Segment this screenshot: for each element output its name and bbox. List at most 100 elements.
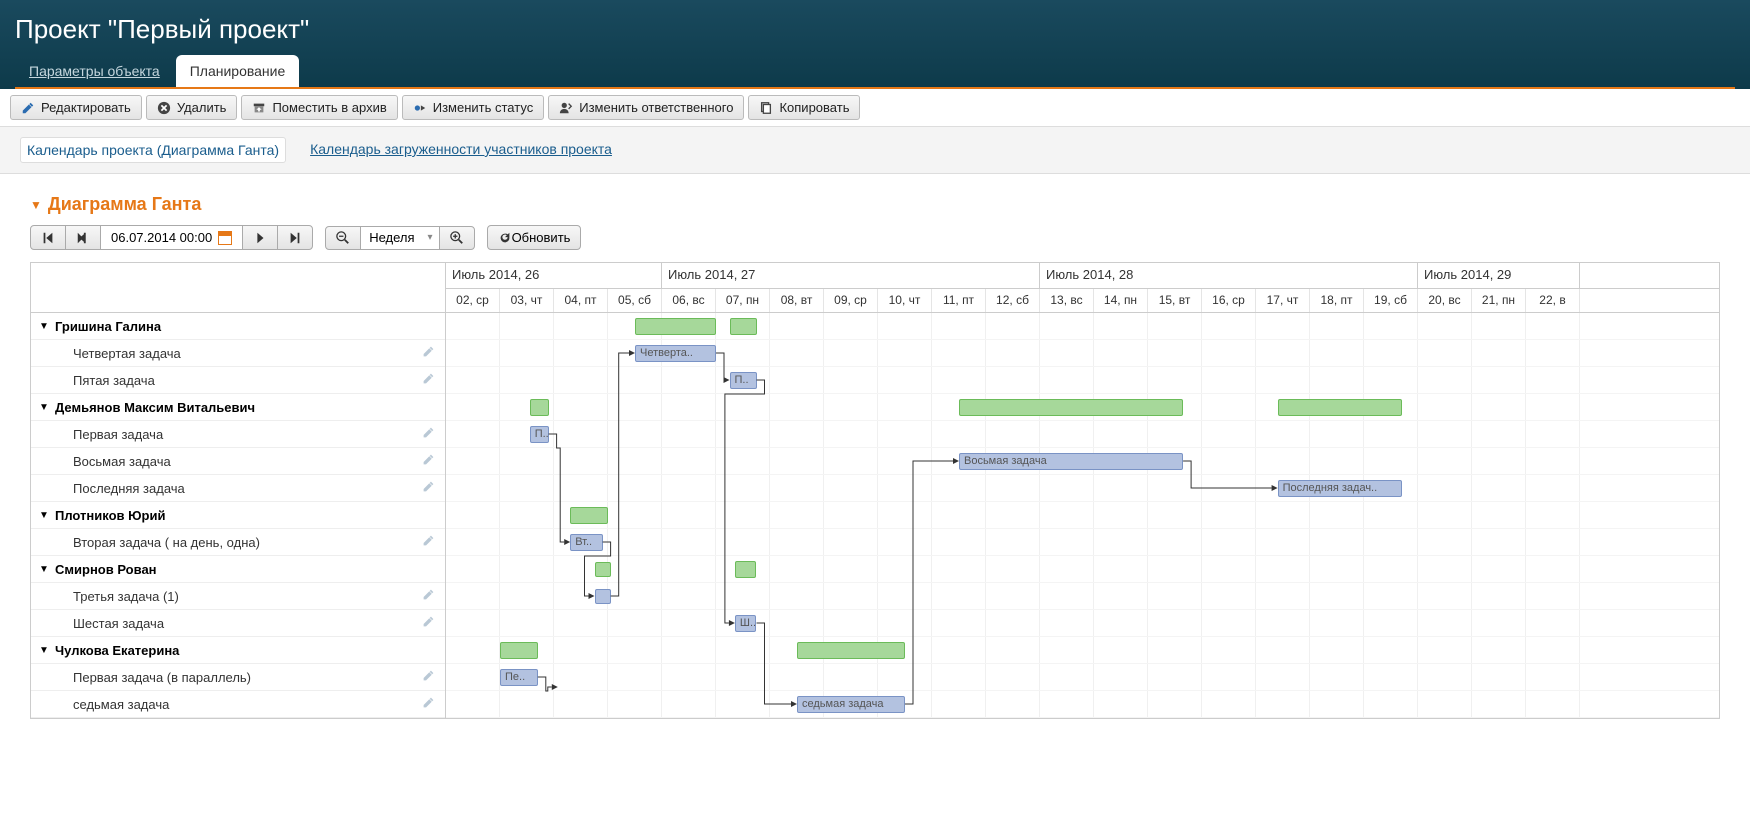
edit-icon[interactable] <box>418 426 439 442</box>
collapse-icon[interactable]: ▼ <box>37 510 51 521</box>
task-row[interactable]: Восьмая задача <box>31 448 445 475</box>
task-row[interactable]: Первая задача (в параллель) <box>31 664 445 691</box>
task-row[interactable]: Первая задача <box>31 421 445 448</box>
timeline-row <box>446 313 1719 340</box>
nav-last-button[interactable] <box>278 226 312 249</box>
day-header: 09, ср <box>824 289 878 312</box>
collapse-icon[interactable]: ▼ <box>37 564 51 575</box>
task-bar[interactable]: Пе.. <box>500 669 538 686</box>
summary-bar[interactable] <box>530 399 549 416</box>
edit-icon[interactable] <box>418 615 439 631</box>
nav-group: 06.07.2014 00:00 <box>30 225 313 250</box>
summary-bar[interactable] <box>959 399 1183 416</box>
timeline-row: Последняя задач.. <box>446 475 1719 502</box>
status-button[interactable]: Изменить статус <box>402 95 544 120</box>
zoom-in-button[interactable] <box>440 227 474 249</box>
task-row[interactable]: Вторая задача ( на день, одна) <box>31 529 445 556</box>
group-row[interactable]: ▼Смирнов Рован <box>31 556 445 583</box>
archive-button[interactable]: Поместить в архив <box>241 95 397 120</box>
nav-next-button[interactable] <box>243 226 278 249</box>
collapse-icon[interactable]: ▼ <box>37 402 51 413</box>
edit-button[interactable]: Редактировать <box>10 95 142 120</box>
summary-bar[interactable] <box>570 507 608 524</box>
nav-first-button[interactable] <box>31 226 66 249</box>
edit-icon[interactable] <box>418 345 439 361</box>
day-header: 19, сб <box>1364 289 1418 312</box>
page-title: Проект "Первый проект" <box>15 0 1735 55</box>
day-header: 03, чт <box>500 289 554 312</box>
group-row[interactable]: ▼Чулкова Екатерина <box>31 637 445 664</box>
day-header: 21, пн <box>1472 289 1526 312</box>
summary-bar[interactable] <box>635 318 716 335</box>
week-header: Июль 2014, 29 <box>1418 263 1580 288</box>
disclose-icon[interactable]: ▼ <box>30 198 42 212</box>
timeline-row <box>446 637 1719 664</box>
task-bar[interactable]: Вт.. <box>570 534 602 551</box>
task-bar[interactable]: Восьмая задача <box>959 453 1183 470</box>
delete-button[interactable]: Удалить <box>146 95 238 120</box>
edit-icon[interactable] <box>418 588 439 604</box>
gantt-chart: ▼Гришина ГалинаЧетвертая задачаПятая зад… <box>30 262 1720 719</box>
edit-icon[interactable] <box>418 372 439 388</box>
edit-icon[interactable] <box>418 453 439 469</box>
zoom-select[interactable]: Неделя <box>361 227 439 249</box>
task-row[interactable]: седьмая задача <box>31 691 445 718</box>
day-header: 10, чт <box>878 289 932 312</box>
timeline-row: Вт.. <box>446 529 1719 556</box>
summary-bar[interactable] <box>797 642 905 659</box>
summary-bar[interactable] <box>500 642 538 659</box>
day-header: 12, сб <box>986 289 1040 312</box>
edit-icon[interactable] <box>418 696 439 712</box>
task-row[interactable]: Последняя задача <box>31 475 445 502</box>
date-input[interactable]: 06.07.2014 00:00 <box>101 226 243 249</box>
collapse-icon[interactable]: ▼ <box>37 321 51 332</box>
task-row[interactable]: Пятая задача <box>31 367 445 394</box>
refresh-button[interactable]: Обновить <box>488 226 581 249</box>
group-row[interactable]: ▼Плотников Юрий <box>31 502 445 529</box>
task-row[interactable]: Шестая задача <box>31 610 445 637</box>
day-header: 11, пт <box>932 289 986 312</box>
timeline-row <box>446 502 1719 529</box>
collapse-icon[interactable]: ▼ <box>37 645 51 656</box>
task-bar[interactable] <box>595 589 611 604</box>
task-row[interactable]: Четвертая задача <box>31 340 445 367</box>
day-header: 22, в <box>1526 289 1580 312</box>
task-bar[interactable]: П.. <box>730 372 757 389</box>
task-bar[interactable]: Ш.. <box>735 615 757 632</box>
main-tab[interactable]: Планирование <box>176 55 300 87</box>
timeline-row: Восьмая задача <box>446 448 1719 475</box>
refresh-icon <box>498 231 512 245</box>
group-row[interactable]: ▼Демьянов Максим Витальевич <box>31 394 445 421</box>
main-tab[interactable]: Параметры объекта <box>15 55 174 87</box>
edit-icon[interactable] <box>418 534 439 550</box>
summary-bar[interactable] <box>1278 399 1402 416</box>
task-bar[interactable]: Последняя задач.. <box>1278 480 1402 497</box>
responsible-button[interactable]: Изменить ответственного <box>548 95 744 120</box>
zoom-out-button[interactable] <box>326 227 361 249</box>
task-bar[interactable]: Четверта.. <box>635 345 716 362</box>
nav-prev-button[interactable] <box>66 226 101 249</box>
panel-title[interactable]: ▼ Диаграмма Ганта <box>30 194 1720 215</box>
summary-bar[interactable] <box>730 318 757 335</box>
timeline-row: П.. <box>446 367 1719 394</box>
edit-icon[interactable] <box>418 669 439 685</box>
summary-bar[interactable] <box>735 561 757 578</box>
edit-icon[interactable] <box>418 480 439 496</box>
main-tabs: Параметры объектаПланирование <box>15 55 1735 89</box>
summary-bar[interactable] <box>595 562 611 577</box>
group-row[interactable]: ▼Гришина Галина <box>31 313 445 340</box>
week-header: Июль 2014, 26 <box>446 263 662 288</box>
task-row[interactable]: Третья задача (1) <box>31 583 445 610</box>
toolbar: РедактироватьУдалитьПоместить в архивИзм… <box>0 89 1750 126</box>
day-header: 17, чт <box>1256 289 1310 312</box>
timeline-row <box>446 583 1719 610</box>
subtab[interactable]: Календарь проекта (Диаграмма Ганта) <box>20 137 286 163</box>
copy-button[interactable]: Копировать <box>748 95 860 120</box>
task-bar[interactable]: П.. <box>530 426 549 443</box>
day-header: 16, ср <box>1202 289 1256 312</box>
day-header: 02, ср <box>446 289 500 312</box>
refresh-group: Обновить <box>487 225 582 250</box>
subtab[interactable]: Календарь загруженности участников проек… <box>304 137 618 163</box>
calendar-icon[interactable] <box>218 231 232 245</box>
task-bar[interactable]: седьмая задача <box>797 696 905 713</box>
